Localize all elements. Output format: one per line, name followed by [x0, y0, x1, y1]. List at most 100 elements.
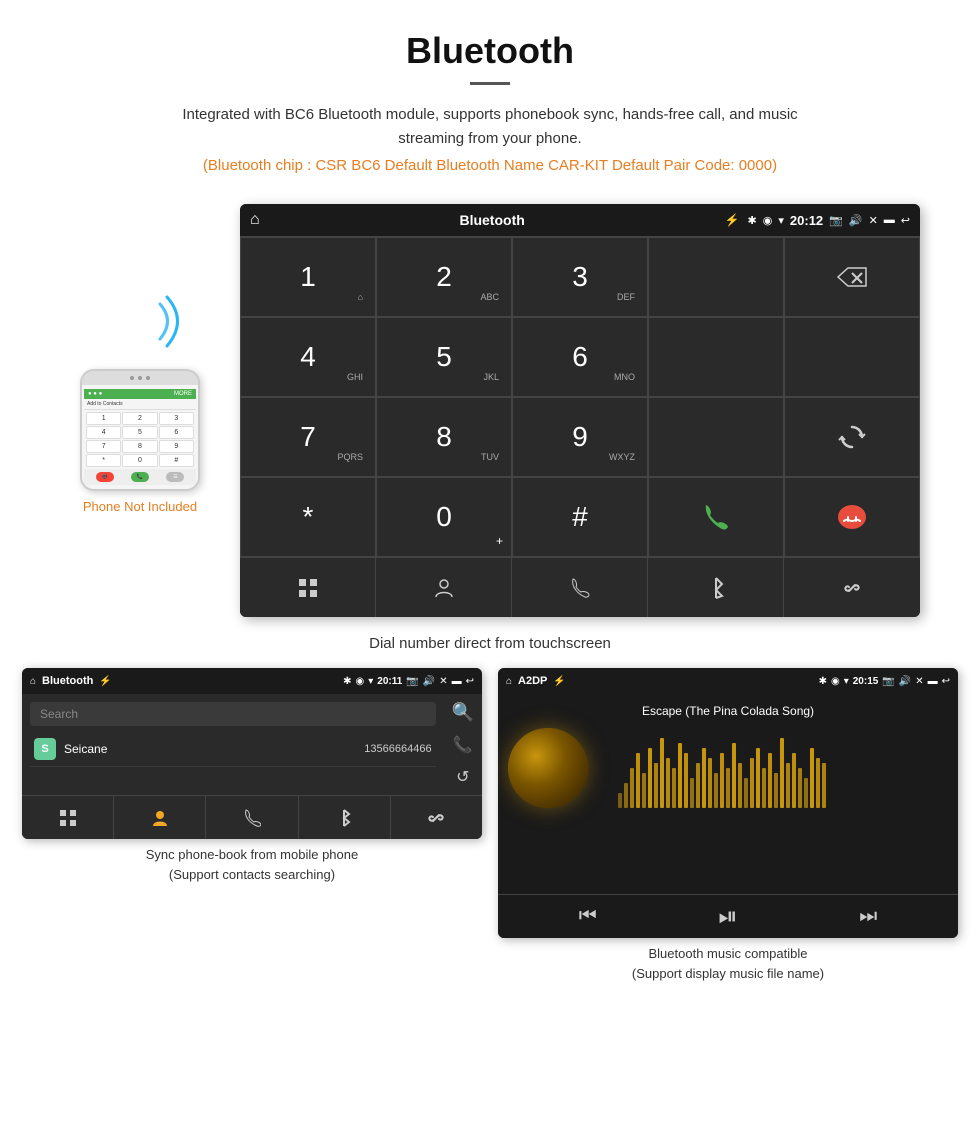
phone-icon	[569, 577, 591, 599]
pb-nav-link[interactable]	[391, 796, 482, 839]
phonebook-right-sidebar: 🔍 📞 ↺	[444, 694, 482, 795]
dial-key-hash[interactable]: #	[512, 477, 648, 557]
key-2-num: 2	[436, 261, 452, 293]
viz-bar-31	[804, 778, 808, 808]
phonebook-contact-row[interactable]: S Seicane 13566664466	[30, 732, 436, 767]
pb-time: 20:11	[377, 676, 402, 687]
pb-nav-person[interactable]	[114, 796, 206, 839]
pb-back-icon: ↩	[466, 676, 474, 687]
mu-wifi-icon: ▾	[844, 676, 849, 687]
prev-track-button[interactable]: ⏮	[579, 905, 597, 928]
link-icon	[841, 577, 863, 599]
mu-cam-icon: 📷	[882, 676, 894, 687]
phonebook-status-bar: ⌂ Bluetooth ⚡ ✱ ◉ ▾ 20:11 📷 🔊 ✕ ▬ ↩	[22, 668, 482, 694]
phone-sidebar-icon[interactable]: 📞	[453, 735, 473, 755]
pb-vol-icon: 🔊	[423, 676, 435, 687]
dial-key-0[interactable]: 0 +	[376, 477, 512, 557]
volume-icon: 🔊	[849, 214, 863, 227]
contact-number: 13566664466	[364, 743, 431, 755]
dial-key-2[interactable]: 2 ABC	[376, 237, 512, 317]
viz-bar-15	[708, 758, 712, 808]
call-button[interactable]	[648, 477, 784, 557]
sync-sidebar-icon[interactable]: ↺	[456, 767, 469, 787]
dial-key-4[interactable]: 4 GHI	[240, 317, 376, 397]
sync-icon	[838, 423, 866, 451]
viz-bar-13	[696, 763, 700, 808]
dial-key-7[interactable]: 7 PQRS	[240, 397, 376, 477]
dial-key-3[interactable]: 3 DEF	[512, 237, 648, 317]
sync-button[interactable]	[784, 397, 920, 477]
dial-key-8[interactable]: 8 TUV	[376, 397, 512, 477]
location-icon: ◉	[763, 214, 773, 227]
nav-link[interactable]	[784, 558, 920, 617]
music-song-title: Escape (The Pina Colada Song)	[642, 704, 814, 718]
key-3-num: 3	[572, 261, 588, 293]
person-icon	[433, 577, 455, 599]
pb-home-icon[interactable]: ⌂	[30, 676, 36, 687]
viz-bar-24	[762, 768, 766, 808]
grid-icon	[297, 577, 319, 599]
viz-bar-2	[630, 768, 634, 808]
music-caption-line2: (Support display music file name)	[632, 966, 824, 981]
key-4-sub: GHI	[347, 372, 363, 382]
close-icon: ✕	[869, 214, 878, 227]
bt-signal-wrap	[95, 284, 185, 359]
dial-key-9[interactable]: 9 WXYZ	[512, 397, 648, 477]
phonebook-content: Search S Seicane 13566664466	[22, 694, 444, 775]
phonebook-main: Search S Seicane 13566664466	[22, 694, 444, 795]
viz-bar-17	[720, 753, 724, 808]
mu-back-icon: ↩	[942, 676, 950, 687]
bottom-screens: ⌂ Bluetooth ⚡ ✱ ◉ ▾ 20:11 📷 🔊 ✕ ▬ ↩	[0, 668, 980, 1003]
pb-loc-icon: ◉	[356, 676, 365, 687]
key-2-sub: ABC	[480, 292, 499, 302]
dial-android-screen: ⌂ Bluetooth ⚡ ✱ ◉ ▾ 20:12 📷 🔊 ✕ ▬ ↩ 1 ⌂	[240, 204, 920, 617]
viz-bar-23	[756, 748, 760, 808]
home-icon[interactable]: ⌂	[250, 211, 260, 229]
nav-grid[interactable]	[240, 558, 376, 617]
pb-scr-icon: ▬	[452, 676, 462, 687]
mu-home-icon[interactable]: ⌂	[506, 676, 512, 687]
nav-person[interactable]	[376, 558, 512, 617]
mu-status-icons: ✱ ◉ ▾ 20:15 📷 🔊 ✕ ▬ ↩	[819, 676, 950, 687]
dial-key-star[interactable]: *	[240, 477, 376, 557]
viz-bar-3	[636, 753, 640, 808]
phonebook-search-bar[interactable]: Search	[30, 702, 436, 726]
status-time: 20:12	[790, 213, 823, 228]
phone-dot-3	[146, 376, 150, 380]
viz-bar-21	[744, 778, 748, 808]
dial-key-6[interactable]: 6 MNO	[512, 317, 648, 397]
next-track-button[interactable]: ⏭	[859, 905, 877, 928]
pb-nav-grid[interactable]	[22, 796, 114, 839]
phone-key-9: 9	[159, 440, 194, 453]
pb-nav-phone[interactable]	[206, 796, 298, 839]
phone-key-star: *	[86, 454, 121, 467]
pb-usb-icon: ⚡	[99, 676, 111, 687]
nav-bluetooth[interactable]	[648, 558, 784, 617]
phone-key-5: 5	[122, 426, 157, 439]
search-sidebar-icon[interactable]: 🔍	[452, 702, 474, 723]
pb-nav-bluetooth[interactable]	[299, 796, 391, 839]
status-icons: ✱ ◉ ▾ 20:12 📷 🔊 ✕ ▬ ↩	[748, 213, 910, 228]
dial-screen-title: Bluetooth	[268, 212, 717, 228]
phonebook-caption-line1: Sync phone-book from mobile phone	[146, 847, 358, 862]
pb-bt-icon: ✱	[343, 676, 351, 687]
viz-bar-0	[618, 793, 622, 808]
usb-icon: ⚡	[725, 213, 740, 227]
viz-bar-20	[738, 763, 742, 808]
camera-icon: 📷	[829, 214, 843, 227]
key-0-num: 0	[436, 501, 452, 533]
viz-bar-4	[642, 773, 646, 808]
page-title: Bluetooth	[20, 30, 960, 72]
dial-key-5[interactable]: 5 JKL	[376, 317, 512, 397]
nav-phone[interactable]	[512, 558, 648, 617]
end-call-button[interactable]	[784, 477, 920, 557]
play-pause-button[interactable]: ⏯	[718, 903, 737, 931]
key-7-num: 7	[300, 421, 316, 453]
bt-status-icon: ✱	[748, 214, 757, 227]
mu-time: 20:15	[853, 676, 879, 687]
phone-screen-header: ● ● ● MORE	[84, 389, 196, 399]
search-placeholder: Search	[40, 707, 78, 721]
backspace-button[interactable]	[784, 237, 920, 317]
pb-x-icon: ✕	[439, 676, 447, 687]
dial-key-1[interactable]: 1 ⌂	[240, 237, 376, 317]
